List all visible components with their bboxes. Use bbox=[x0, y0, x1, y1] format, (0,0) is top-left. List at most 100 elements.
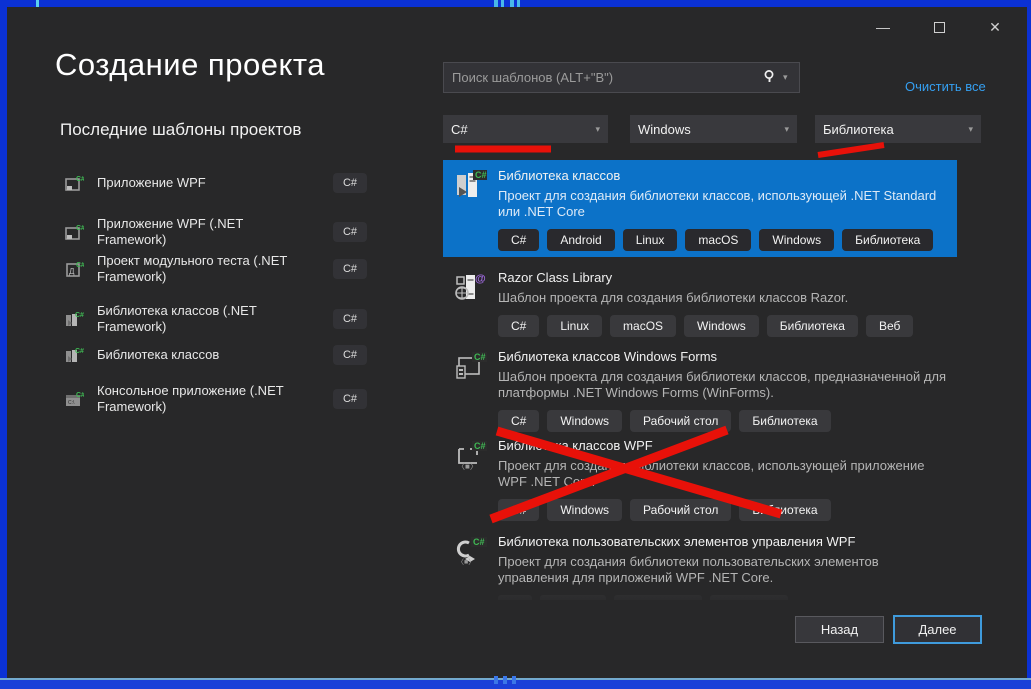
tag: C# bbox=[498, 229, 539, 251]
language-dropdown[interactable]: C# ▾ bbox=[443, 115, 608, 143]
console-app-icon: C:\C# bbox=[65, 390, 84, 409]
template-tags: C# Android Linux macOS Windows Библиотек… bbox=[498, 229, 947, 251]
project-type-dropdown-value: Библиотека bbox=[823, 122, 968, 137]
search-input[interactable] bbox=[444, 70, 757, 85]
search-box: ▾ bbox=[443, 62, 800, 93]
search-icon[interactable] bbox=[757, 69, 783, 86]
template-description: Проект для создания библиотеки классов, … bbox=[498, 188, 947, 220]
template-item-winforms-class-library[interactable]: C# Библиотека классов Windows Forms Шабл… bbox=[443, 341, 957, 430]
template-item-razor-class-library[interactable]: @ Razor Class Library Шаблон проекта для… bbox=[443, 262, 957, 338]
create-project-dialog: — ✕ Создание проекта Последние шаблоны п… bbox=[7, 7, 1027, 678]
recent-item[interactable]: C:\C# Консольное приложение (.NET Framew… bbox=[60, 383, 367, 415]
frame-tick bbox=[501, 0, 504, 7]
page-title: Создание проекта bbox=[55, 47, 325, 83]
tag: Windows bbox=[684, 315, 759, 337]
back-button[interactable]: Назад bbox=[795, 616, 884, 643]
svg-text:C#: C# bbox=[76, 176, 84, 183]
tag: Веб bbox=[866, 315, 913, 337]
svg-text:C#: C# bbox=[473, 537, 485, 547]
template-description: Проект для создания библиотеки классов, … bbox=[498, 458, 947, 490]
search-options-caret-icon[interactable]: ▾ bbox=[783, 72, 799, 83]
recent-item[interactable]: ДC# Проект модульного теста (.NET Framew… bbox=[60, 253, 367, 285]
svg-text:C:\: C:\ bbox=[68, 400, 75, 406]
svg-text:C#: C# bbox=[76, 392, 84, 399]
svg-text:C#: C# bbox=[75, 312, 84, 319]
tag-clipped bbox=[710, 595, 788, 600]
template-item-wpf-class-library[interactable]: 〈■〉C# Библиотека классов WPF Проект для … bbox=[443, 430, 957, 522]
frame-tick bbox=[503, 676, 507, 684]
tag: Рабочий стол bbox=[630, 410, 731, 432]
tag: Linux bbox=[547, 315, 602, 337]
recent-item-language-badge: C# bbox=[333, 222, 367, 242]
tag: macOS bbox=[610, 315, 676, 337]
tag: Windows bbox=[547, 499, 622, 521]
chevron-down-icon: ▾ bbox=[968, 124, 973, 135]
maximize-button[interactable] bbox=[925, 15, 953, 39]
class-library-icon: C# bbox=[455, 169, 489, 203]
recent-item-language-badge: C# bbox=[333, 259, 367, 279]
window-controls: — ✕ bbox=[869, 15, 1009, 39]
template-title: Библиотека пользовательских элементов уп… bbox=[498, 534, 947, 549]
platform-dropdown[interactable]: Windows ▾ bbox=[630, 115, 797, 143]
wpf-library-icon: 〈■〉C# bbox=[455, 439, 489, 473]
language-dropdown-value: C# bbox=[451, 122, 595, 137]
recent-item-label: Приложение WPF (.NET Framework) bbox=[97, 216, 302, 248]
winforms-library-icon: C# bbox=[455, 350, 489, 384]
class-library-icon: C# bbox=[65, 310, 84, 329]
platform-dropdown-value: Windows bbox=[638, 122, 784, 137]
template-title: Razor Class Library bbox=[498, 270, 947, 285]
recent-item-language-badge: C# bbox=[333, 309, 367, 329]
project-type-dropdown[interactable]: Библиотека ▾ bbox=[815, 115, 981, 143]
svg-text:〈■〉: 〈■〉 bbox=[457, 462, 478, 471]
recent-item-language-badge: C# bbox=[333, 389, 367, 409]
recent-item-label: Библиотека классов (.NET Framework) bbox=[97, 303, 302, 335]
template-description: Проект для создания библиотеки пользоват… bbox=[498, 554, 947, 586]
recent-item[interactable]: C# Приложение WPF C# bbox=[60, 173, 367, 193]
recent-item[interactable]: C# Приложение WPF (.NET Framework) C# bbox=[60, 216, 367, 248]
recent-item[interactable]: C# Библиотека классов (.NET Framework) C… bbox=[60, 303, 367, 335]
close-icon: ✕ bbox=[989, 19, 1001, 36]
tag-clipped bbox=[614, 595, 702, 600]
minimize-icon: — bbox=[876, 19, 890, 35]
wpf-user-control-library-icon: 〈■〉 C# bbox=[455, 535, 489, 569]
template-item-wpf-user-control-library[interactable]: 〈■〉 C# Библиотека пользовательских элемен… bbox=[443, 526, 957, 606]
tag: Библиотека bbox=[739, 499, 830, 521]
frame-tick bbox=[510, 0, 514, 7]
recent-templates-heading: Последние шаблоны проектов bbox=[60, 120, 301, 140]
recent-item-language-badge: C# bbox=[333, 345, 367, 365]
template-description: Шаблон проекта для создания библиотеки к… bbox=[498, 290, 947, 306]
tag: Библиотека bbox=[842, 229, 933, 251]
tag: Библиотека bbox=[767, 315, 858, 337]
svg-text:C#: C# bbox=[474, 352, 486, 362]
template-title: Библиотека классов bbox=[498, 168, 947, 183]
svg-text:〈■〉: 〈■〉 bbox=[457, 558, 475, 566]
template-tags: C# Windows Рабочий стол Библиотека bbox=[498, 499, 947, 521]
svg-text:C#: C# bbox=[76, 262, 84, 269]
svg-text:C#: C# bbox=[75, 348, 84, 355]
clear-all-link[interactable]: Очистить все bbox=[905, 79, 1005, 94]
svg-text:Д: Д bbox=[69, 267, 75, 276]
chevron-down-icon: ▾ bbox=[784, 124, 789, 135]
template-tags-clipped bbox=[498, 595, 947, 600]
template-title: Библиотека классов WPF bbox=[498, 438, 947, 453]
class-library-icon: C# bbox=[65, 346, 84, 365]
recent-item[interactable]: C# Библиотека классов C# bbox=[60, 345, 367, 365]
template-title: Библиотека классов Windows Forms bbox=[498, 349, 947, 364]
tag: Windows bbox=[547, 410, 622, 432]
tag: Android bbox=[547, 229, 614, 251]
frame-tick bbox=[36, 0, 39, 7]
next-button[interactable]: Далее bbox=[893, 615, 982, 644]
minimize-button[interactable]: — bbox=[869, 15, 897, 39]
template-item-class-library[interactable]: C# Библиотека классов Проект для создани… bbox=[443, 160, 957, 257]
tag: C# bbox=[498, 410, 539, 432]
wpf-app-icon: C# bbox=[65, 223, 84, 242]
tag-clipped bbox=[498, 595, 532, 600]
unit-test-icon: ДC# bbox=[65, 260, 84, 279]
tag: Рабочий стол bbox=[630, 499, 731, 521]
close-button[interactable]: ✕ bbox=[981, 15, 1009, 39]
chevron-down-icon: ▾ bbox=[595, 124, 600, 135]
tag: C# bbox=[498, 499, 539, 521]
frame-tick bbox=[494, 0, 498, 7]
recent-item-label: Консольное приложение (.NET Framework) bbox=[97, 383, 302, 415]
svg-text:C#: C# bbox=[475, 170, 487, 180]
